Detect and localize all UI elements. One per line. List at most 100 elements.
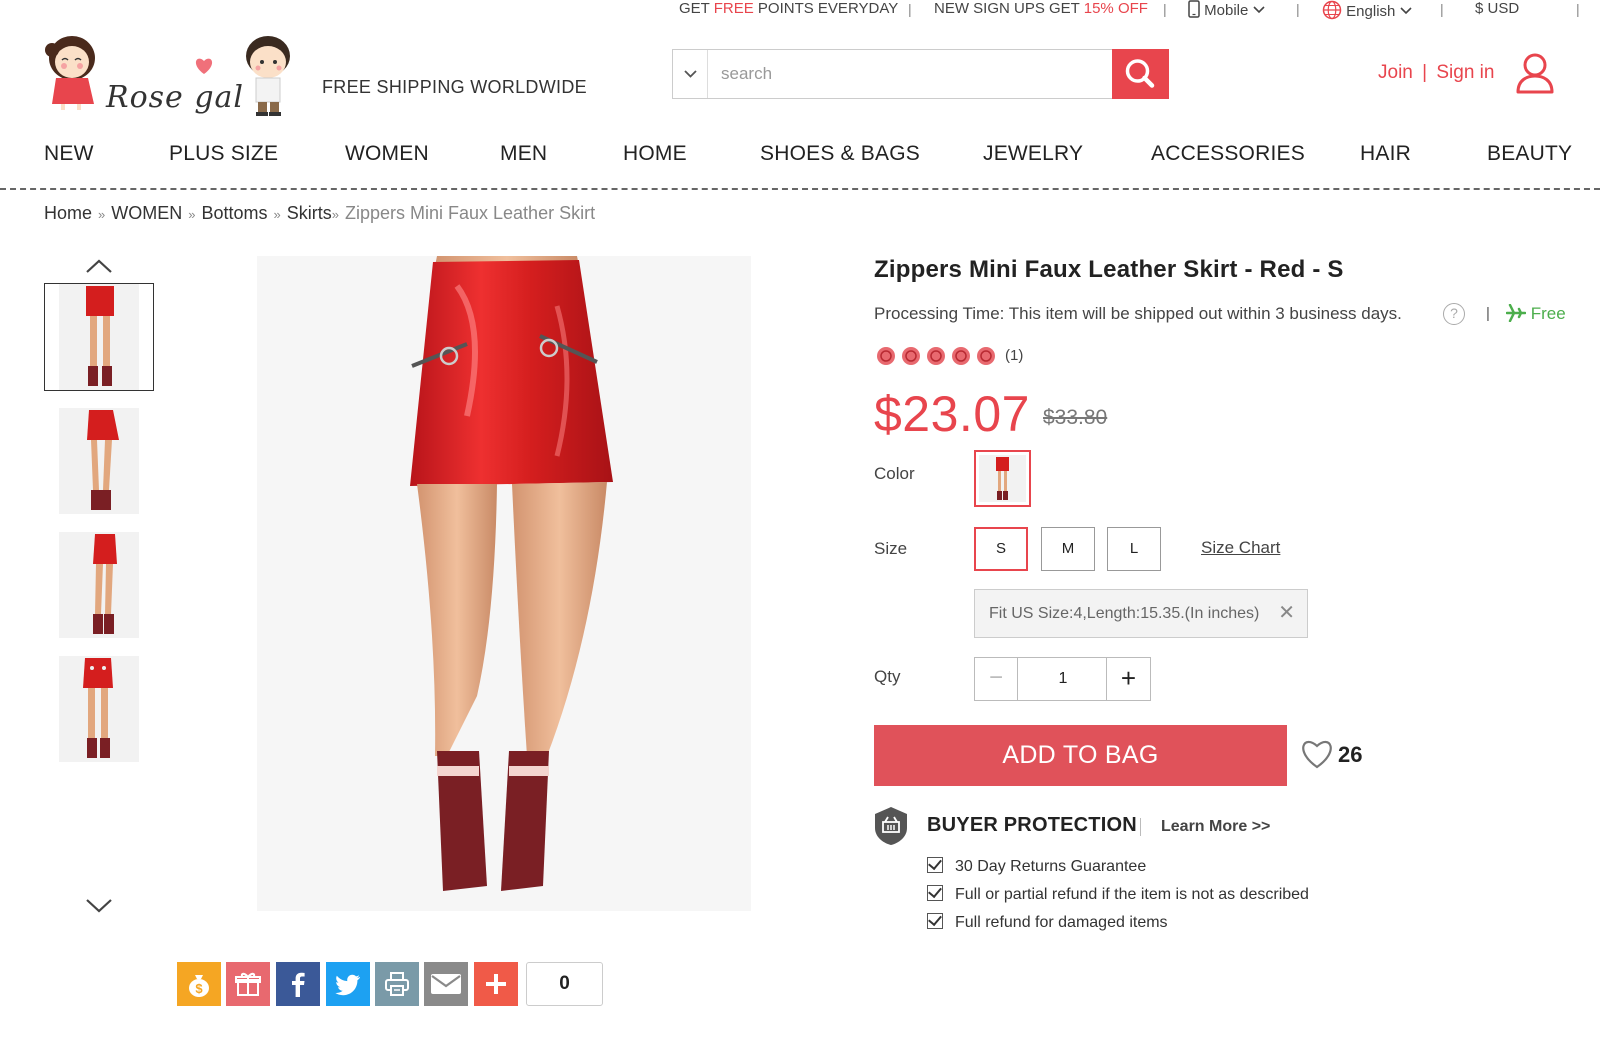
points-promo[interactable]: GET FREE POINTS EVERYDAY [679, 0, 898, 17]
top-bar: GET FREE POINTS EVERYDAY | NEW SIGN UPS … [0, 0, 1600, 22]
info-separator: | [1486, 305, 1490, 322]
nav-item-home[interactable]: HOME [623, 142, 687, 166]
qty-decrease-button[interactable]: − [975, 658, 1018, 700]
close-icon[interactable]: ✕ [1278, 590, 1295, 637]
nav-item-men[interactable]: MEN [500, 142, 547, 166]
email-share-button[interactable] [424, 962, 468, 1006]
rating-rose-icon [977, 347, 995, 365]
chevron-down-icon [684, 70, 697, 78]
free-shipping-banner: FREE SHIPPING WORLDWIDE [322, 77, 587, 97]
topbar-separator: | [1576, 1, 1580, 17]
heart-icon[interactable] [1300, 738, 1334, 770]
nav-divider [0, 188, 1600, 190]
size-option-s[interactable]: S [974, 527, 1028, 571]
topbar-separator: | [1163, 1, 1167, 17]
qty-increase-button[interactable]: + [1106, 658, 1150, 700]
mobile-label: Mobile [1204, 2, 1249, 19]
rating-stars [877, 347, 995, 365]
checkbox-checked-icon [927, 885, 943, 901]
print-button[interactable] [375, 962, 419, 1006]
nav-item-beauty[interactable]: BEAUTY [1487, 142, 1572, 166]
currency-selector[interactable]: $ USD [1475, 0, 1519, 17]
nav-item-jewelry[interactable]: JEWELRY [983, 142, 1083, 166]
product-thumbnail-2[interactable] [44, 407, 154, 515]
sale-price: $23.07 [874, 386, 1030, 442]
points-promo-text-end: POINTS EVERYDAY [753, 0, 899, 17]
protection-item: 30 Day Returns Guarantee [927, 857, 1146, 876]
product-thumbnail-1[interactable] [44, 283, 154, 391]
protection-item-text: 30 Day Returns Guarantee [955, 858, 1147, 875]
thumbnail-down-arrow-icon[interactable] [84, 895, 114, 915]
size-option-m[interactable]: M [1041, 527, 1095, 571]
rating-rose-icon [877, 347, 895, 365]
buyer-protection-title: BUYER PROTECTION [927, 814, 1137, 836]
signup-promo-text: NEW SIGN UPS GET [934, 0, 1084, 17]
points-promo-text: GET [679, 0, 714, 17]
facebook-share-button[interactable] [276, 962, 320, 1006]
product-thumbnail-3[interactable] [44, 531, 154, 639]
favorites-count: 26 [1338, 742, 1363, 767]
product-thumbnail-4[interactable] [44, 655, 154, 763]
product-main-image[interactable] [257, 256, 751, 911]
join-link[interactable]: Join [1378, 62, 1413, 83]
money-bag-share-button[interactable]: $ [177, 962, 221, 1006]
nav-item-plus-size[interactable]: PLUS SIZE [169, 142, 278, 166]
plus-icon [486, 974, 506, 994]
color-swatch-image [979, 455, 1026, 502]
protection-item-text: Full or partial refund if the item is no… [955, 886, 1309, 903]
learn-more-link[interactable]: Learn More >> [1161, 818, 1270, 836]
breadcrumb-separator: » [98, 207, 106, 222]
breadcrumb-bottoms[interactable]: Bottoms [201, 203, 267, 223]
thumbnail-up-arrow-icon[interactable] [84, 257, 114, 277]
search-input[interactable] [709, 50, 1113, 98]
logo-boy-illustration [246, 36, 290, 116]
site-logo[interactable]: Rose gal [44, 32, 304, 124]
language-selector[interactable]: English [1322, 0, 1412, 20]
signup-promo[interactable]: NEW SIGN UPS GET 15% OFF [934, 0, 1148, 17]
topbar-separator: | [1296, 1, 1300, 17]
chevron-down-icon [1252, 6, 1265, 14]
breadcrumb-separator: » [273, 207, 281, 222]
quantity-stepper: − 1 + [974, 657, 1151, 701]
nav-item-shoes-bags[interactable]: SHOES & BAGS [760, 142, 920, 166]
free-shipping-link[interactable]: Free [1505, 303, 1566, 324]
help-icon[interactable]: ? [1443, 303, 1465, 325]
nav-item-hair[interactable]: HAIR [1360, 142, 1411, 166]
add-to-bag-button[interactable]: ADD TO BAG [874, 725, 1287, 786]
size-fit-text: Fit US Size:4,Length:15.35.(In inches) [989, 605, 1260, 622]
user-icon[interactable] [1515, 52, 1555, 94]
search-category-dropdown[interactable] [673, 50, 708, 98]
mobile-link[interactable]: Mobile [1188, 0, 1265, 19]
checkbox-checked-icon [927, 857, 943, 873]
search-button[interactable] [1112, 49, 1169, 99]
breadcrumb-skirts[interactable]: Skirts [287, 203, 332, 223]
color-swatch-red[interactable] [974, 450, 1031, 507]
nav-item-new[interactable]: NEW [44, 142, 94, 166]
nav-item-women[interactable]: WOMEN [345, 142, 429, 166]
main-nav: NEW PLUS SIZE WOMEN MEN HOME SHOES & BAG… [0, 142, 1600, 172]
breadcrumb-current: Zippers Mini Faux Leather Skirt [344, 203, 596, 223]
size-label: Size [874, 539, 908, 558]
size-option-l[interactable]: L [1107, 527, 1161, 571]
heart-icon [195, 58, 213, 74]
rating-rose-icon [927, 347, 945, 365]
topbar-separator: | [908, 1, 912, 17]
more-share-button[interactable] [474, 962, 518, 1006]
facebook-icon [292, 972, 305, 997]
sign-in-link[interactable]: Sign in [1436, 62, 1494, 83]
logo-girl-illustration [45, 36, 95, 110]
size-chart-link[interactable]: Size Chart [1201, 538, 1280, 558]
share-count: 0 [526, 962, 603, 1006]
account-separator: | [1422, 62, 1428, 83]
breadcrumb-separator: » [188, 207, 196, 222]
chevron-down-icon [1399, 7, 1412, 15]
nav-item-accessories[interactable]: ACCESSORIES [1151, 142, 1305, 166]
qty-input[interactable]: 1 [1018, 658, 1108, 700]
breadcrumb-women[interactable]: WOMEN [111, 203, 182, 223]
review-count[interactable]: (1) [1005, 347, 1023, 364]
thumbnail-image [59, 408, 139, 514]
breadcrumb-home[interactable]: Home [44, 203, 92, 223]
twitter-share-button[interactable] [326, 962, 370, 1006]
gift-share-button[interactable] [226, 962, 270, 1006]
money-bag-icon: $ [189, 975, 209, 997]
